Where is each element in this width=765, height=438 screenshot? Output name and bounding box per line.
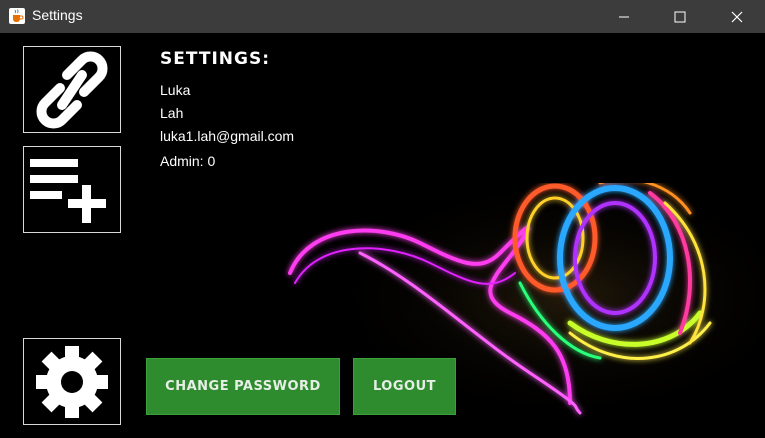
close-icon: [731, 11, 743, 22]
page-title: SETTINGS:: [160, 49, 270, 69]
logout-button[interactable]: LOGOUT: [353, 358, 456, 415]
first-name-label: Luka: [160, 82, 191, 98]
last-name-label: Lah: [160, 105, 184, 121]
close-button[interactable]: [711, 0, 763, 33]
gear-icon: [36, 345, 108, 418]
settings-panel: SETTINGS: Luka Lah luka1.lah@gmail.com A…: [0, 33, 765, 438]
change-password-button[interactable]: CHANGE PASSWORD: [146, 358, 340, 415]
title-bar: Settings: [0, 0, 765, 33]
settings-button[interactable]: [23, 338, 121, 425]
link-icon: [36, 51, 108, 128]
minimize-button[interactable]: [598, 0, 650, 33]
maximize-button[interactable]: [654, 0, 706, 33]
maximize-icon: [674, 11, 686, 22]
java-cup-icon: [9, 8, 25, 24]
window-title: Settings: [32, 7, 83, 23]
neon-headphones-image: [270, 183, 765, 438]
playlist-add-icon: [30, 158, 106, 223]
minimize-icon: [619, 16, 629, 17]
email-label: luka1.lah@gmail.com: [160, 128, 295, 144]
add-playlist-button[interactable]: [23, 146, 121, 233]
link-button[interactable]: [23, 46, 121, 133]
admin-status-label: Admin: 0: [160, 153, 216, 169]
